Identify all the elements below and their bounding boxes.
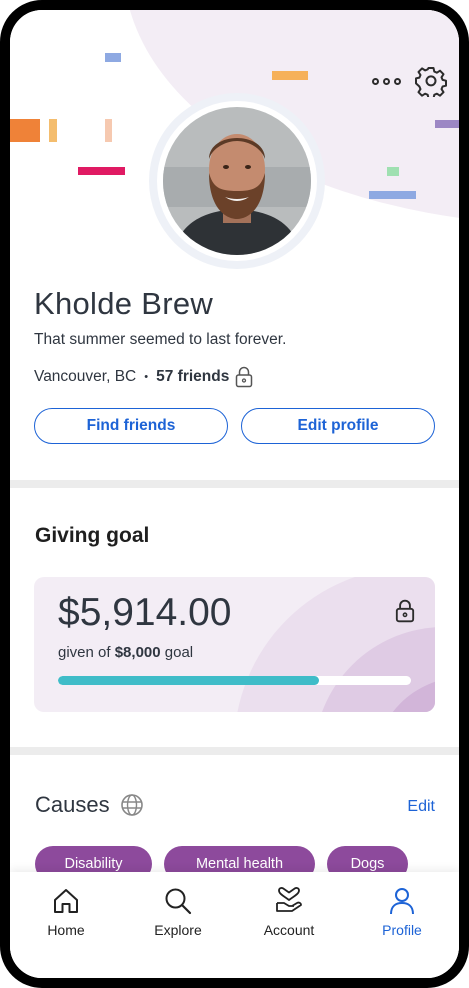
goal-progress-fill [58,676,320,685]
nav-account[interactable]: Account [244,886,334,938]
friends-count[interactable]: 57 friends [156,368,229,386]
home-icon [54,889,78,913]
causes-edit-link[interactable]: Edit [407,798,435,816]
search-icon [165,888,192,915]
nav-label: Home [47,922,85,938]
giving-goal-card[interactable]: $5,914.00 given of $8,000 goal [34,577,435,712]
goal-subtitle: given of $8,000 goal [58,644,193,661]
heart-hand-icon [276,887,302,912]
goal-suffix: goal [160,644,194,661]
confetti [10,119,40,142]
causes-title: Causes [35,792,110,817]
device-frame: Kholde Brew That summer seemed to last f… [0,0,469,988]
meta-separator: • [144,371,149,383]
gear-icon[interactable] [415,65,447,97]
more-options-icon[interactable] [372,77,401,85]
nav-label: Explore [154,922,202,938]
nav-home[interactable]: Home [21,886,111,938]
confetti [49,119,57,142]
avatar-photo [163,107,311,255]
header-actions [372,65,447,97]
section-divider [10,747,459,755]
confetti [78,167,125,175]
confetti [387,167,399,176]
profile-meta: Vancouver, BC • 57 friends [34,366,253,388]
person-icon [390,888,414,915]
bottom-nav: Home Explore Account Profile [10,872,459,978]
profile-name: Kholde Brew [34,286,214,321]
giving-goal-title: Giving goal [35,524,150,547]
edit-profile-button[interactable]: Edit profile [241,408,435,444]
confetti [435,120,459,128]
confetti [105,53,121,62]
section-divider [10,480,459,488]
lock-icon [395,599,415,623]
nav-label: Account [263,922,315,938]
avatar-ring [149,93,325,269]
goal-target: $8,000 [114,644,161,661]
globe-icon [120,794,143,816]
goal-amount: $5,914.00 [58,591,232,634]
profile-screen: Kholde Brew That summer seemed to last f… [10,10,459,978]
find-friends-button[interactable]: Find friends [34,408,228,444]
causes-header: Causes [35,792,144,818]
goal-progress-bar [58,676,411,685]
nav-explore[interactable]: Explore [133,886,223,938]
avatar[interactable] [157,101,317,261]
lock-icon [236,366,253,388]
profile-location: Vancouver, BC [34,368,137,385]
confetti [272,71,308,80]
goal-prefix: given of [58,644,115,661]
confetti [105,119,112,142]
confetti [369,191,416,199]
profile-bio: That summer seemed to last forever. [34,331,287,348]
nav-label: Profile [382,922,422,938]
nav-profile[interactable]: Profile [357,886,447,938]
